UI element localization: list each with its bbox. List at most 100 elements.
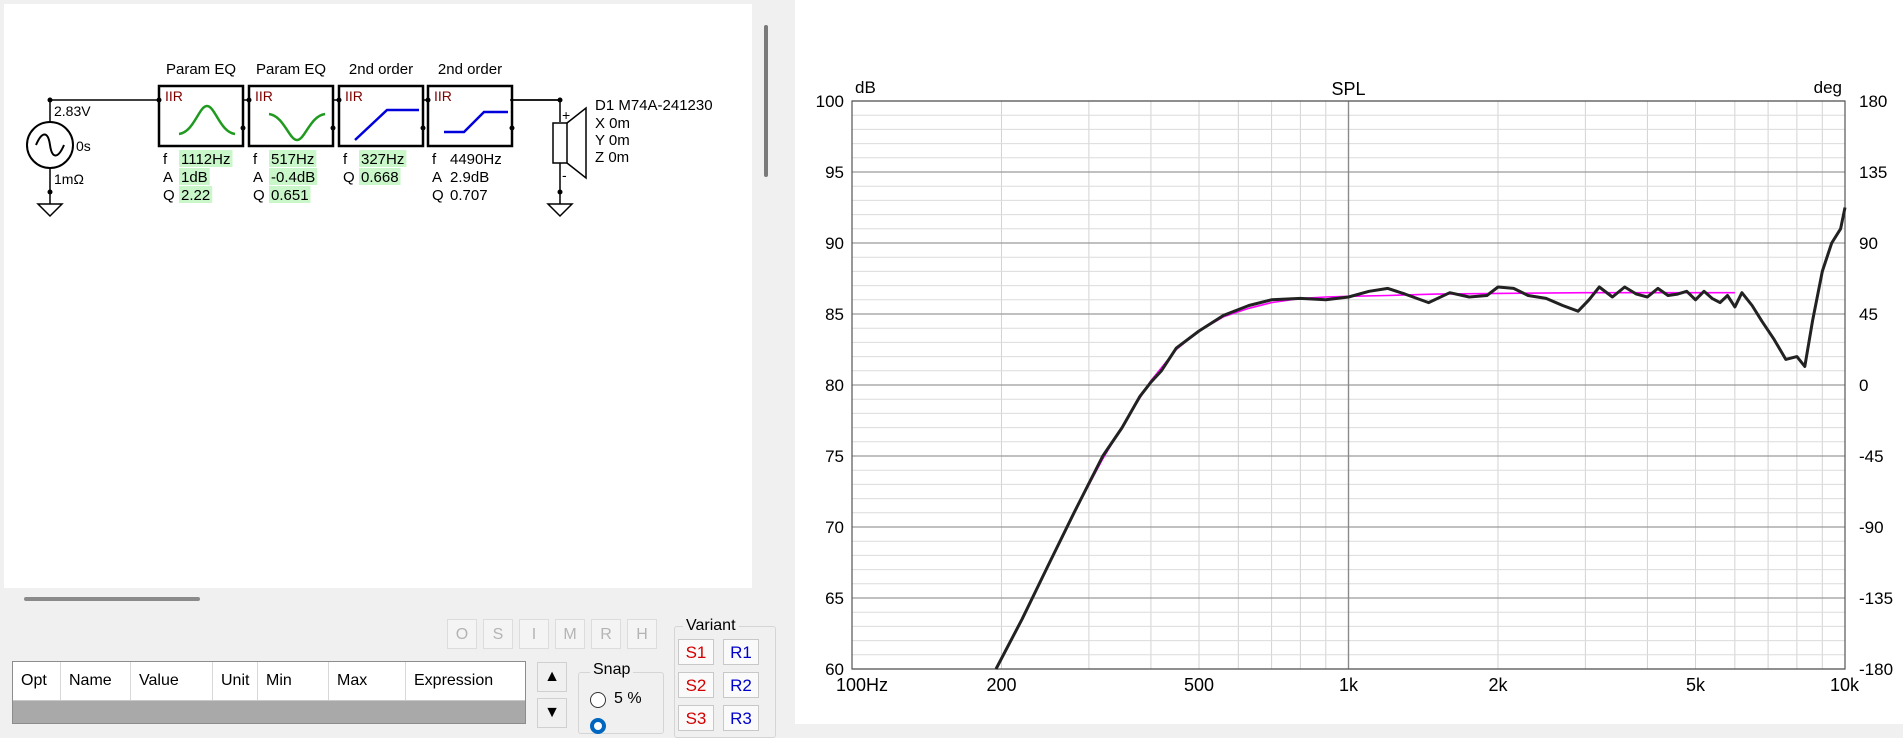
source-impedance: 1mΩ (54, 171, 84, 187)
param-key: f (432, 151, 437, 168)
source-voltage: 2.83V (54, 103, 91, 119)
col-value[interactable]: Value (131, 662, 213, 700)
toolbar-button-m[interactable]: M (555, 619, 585, 649)
snap-radio-selected[interactable] (590, 718, 606, 734)
driver-minus: - (562, 167, 567, 183)
y-tick-label: 85 (825, 305, 844, 324)
block-tag: IIR (345, 88, 363, 104)
y-tick-label: 95 (825, 163, 844, 182)
param-key: A (253, 169, 263, 186)
source-delay: 0s (76, 138, 91, 154)
filter-block-2[interactable]: IIR Param EQ f 517Hz A -0.4dB Q 0.651 (246, 61, 336, 204)
param-value[interactable]: 0.668 (361, 169, 399, 186)
filter-block-4[interactable]: IIR 2nd order f 4490Hz A 2.9dB Q 0.707 (425, 61, 515, 204)
col-name[interactable]: Name (61, 662, 131, 700)
variant-s3-button[interactable]: S3 (678, 705, 714, 731)
terminal-dot (330, 125, 336, 131)
param-value[interactable]: 327Hz (361, 151, 404, 168)
toolbar-button-s[interactable]: S (483, 619, 513, 649)
block-title: 2nd order (349, 61, 413, 78)
y2-tick-label: 45 (1859, 305, 1878, 324)
snap-label: Snap (590, 661, 634, 679)
block-title: Param EQ (166, 61, 236, 78)
param-value[interactable]: 0.707 (450, 187, 488, 204)
toolbar-button-h[interactable]: H (627, 619, 657, 649)
param-value[interactable]: 517Hz (271, 151, 314, 168)
x-tick-label: 5k (1686, 675, 1706, 695)
spl-chart-pane: 100 95 90 85 80 75 70 65 60 180 135 90 45 0 -45 -90 -13… (795, 0, 1903, 724)
table-header: Opt Name Value Unit Min Max Expression (13, 662, 525, 701)
param-value[interactable]: 0.651 (271, 187, 309, 204)
variant-label: Variant (683, 617, 739, 635)
param-key: A (432, 169, 442, 186)
variant-r3-button[interactable]: R3 (723, 705, 759, 731)
up-arrow-icon: ▲ (544, 668, 560, 685)
driver-y: Y 0m (595, 132, 630, 149)
col-min[interactable]: Min (258, 662, 329, 700)
x-tick-label: 10k (1830, 675, 1860, 695)
toolbar-button-r[interactable]: R (591, 619, 621, 649)
y-tick-label: 80 (825, 376, 844, 395)
terminal-dot (509, 125, 515, 131)
y2-axis-label: deg (1814, 78, 1842, 97)
y2-tick-label: -180 (1859, 660, 1893, 679)
param-key: Q (253, 187, 265, 204)
driver-symbol[interactable] (510, 97, 587, 218)
y-tick-label: 65 (825, 589, 844, 608)
driver-x: X 0m (595, 115, 630, 132)
y-tick-label: 100 (816, 92, 844, 111)
x-tick-label: 500 (1184, 675, 1214, 695)
param-key: f (343, 151, 348, 168)
y2-tick-label: -45 (1859, 447, 1884, 466)
y-tick-label: 75 (825, 447, 844, 466)
y-tick-label: 90 (825, 234, 844, 253)
param-value[interactable]: 1112Hz (181, 151, 230, 168)
param-value[interactable]: 2.22 (181, 187, 210, 204)
block-title: 2nd order (438, 61, 502, 78)
terminal-dot (156, 97, 162, 103)
param-key: Q (343, 169, 355, 186)
col-expression[interactable]: Expression (406, 662, 525, 700)
y-tick-label: 70 (825, 518, 844, 537)
variant-s2-button[interactable]: S2 (678, 672, 714, 698)
col-unit[interactable]: Unit (213, 662, 258, 700)
y-axis-label: dB (855, 78, 876, 97)
driver-z: Z 0m (595, 149, 629, 166)
move-up-button[interactable]: ▲ (537, 662, 567, 692)
y2-tick-label: 0 (1859, 376, 1868, 395)
y2-axis-ticks: 180 135 90 45 0 -45 -90 -135 -180 (1859, 92, 1893, 679)
vertical-scroll-thumb[interactable] (764, 25, 768, 177)
variant-r2-button[interactable]: R2 (723, 672, 759, 698)
toolbar-button-i[interactable]: I (519, 619, 549, 649)
spl-chart[interactable]: 1009590858075706560 18013590450-45-90-13… (795, 0, 1903, 724)
filter-block-3[interactable]: IIR 2nd order f 327Hz Q 0.668 (336, 61, 426, 186)
col-max[interactable]: Max (329, 662, 406, 700)
snap-radio-5pct[interactable] (590, 692, 606, 708)
toolbar-button-o[interactable]: O (447, 619, 477, 649)
y2-tick-label: -90 (1859, 518, 1884, 537)
terminal-dot (336, 97, 342, 103)
param-value[interactable]: 4490Hz (450, 151, 502, 168)
param-value[interactable]: 2.9dB (450, 169, 489, 186)
block-title: Param EQ (256, 61, 326, 78)
block-tag: IIR (255, 88, 273, 104)
col-opt[interactable]: Opt (13, 662, 61, 700)
x-tick-label: 200 (986, 675, 1016, 695)
schematic-canvas[interactable]: 2.83V 0s 1mΩ IIR Param EQ f 1112Hz A 1dB Q 2.22… (4, 4, 752, 588)
filter-block-1[interactable]: IIR Param EQ f 1112Hz A 1dB Q 2.22 (156, 61, 246, 204)
variant-r1-button[interactable]: R1 (723, 639, 759, 665)
snap-option-label: 5 % (614, 690, 642, 707)
variant-s1-button[interactable]: S1 (678, 639, 714, 665)
terminal-dot (425, 97, 431, 103)
terminal-dot (246, 97, 252, 103)
y2-tick-label: 180 (1859, 92, 1887, 111)
param-value[interactable]: -0.4dB (271, 169, 315, 186)
parameter-table[interactable]: Opt Name Value Unit Min Max Expression (12, 661, 526, 724)
param-value[interactable]: 1dB (181, 169, 208, 186)
y2-tick-label: -135 (1859, 589, 1893, 608)
schematic-diagram: 2.83V 0s 1mΩ IIR Param EQ f 1112Hz A 1dB Q 2.22… (26, 61, 713, 218)
x-tick-label: 100Hz (836, 675, 888, 695)
param-key: A (163, 169, 173, 186)
terminal-dot (420, 125, 426, 131)
horizontal-scroll-thumb[interactable] (24, 597, 200, 601)
